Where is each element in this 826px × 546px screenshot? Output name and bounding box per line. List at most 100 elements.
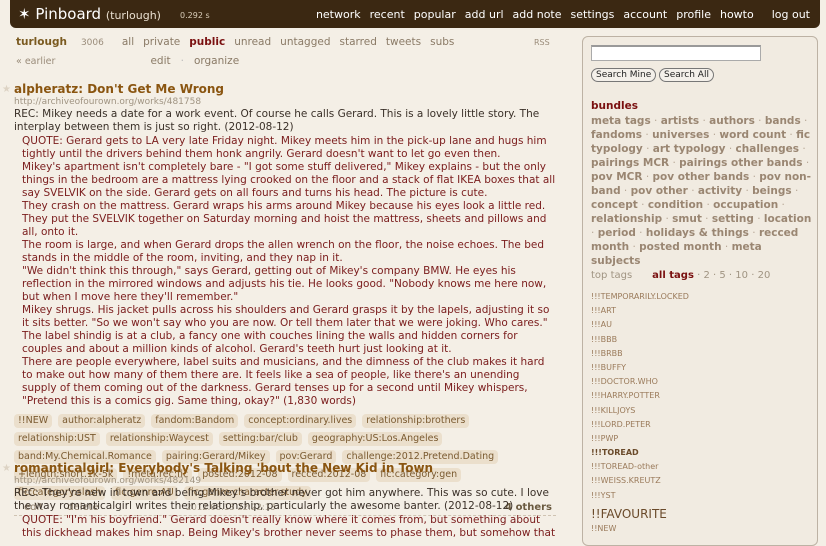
filter-subs[interactable]: subs: [430, 36, 454, 48]
top-tags-label[interactable]: top tags: [591, 270, 632, 281]
logo-text: Pinboard: [35, 5, 102, 23]
nav-network[interactable]: network: [316, 8, 361, 21]
nav-howto[interactable]: howto: [720, 8, 754, 21]
organize-link[interactable]: organize: [194, 55, 239, 67]
search-all-button[interactable]: Search All: [659, 68, 714, 82]
sidebar-tag[interactable]: !!!DOCTOR.WHO: [591, 377, 689, 391]
tag[interactable]: !!NEW: [14, 414, 53, 428]
sidebar-tag[interactable]: !!!TOREAD: [591, 448, 689, 462]
rss-link[interactable]: RSS: [534, 38, 550, 47]
sidebar-tag[interactable]: !!NEW: [591, 524, 689, 538]
filter-untagged[interactable]: untagged: [280, 36, 330, 48]
bundle-link[interactable]: condition: [648, 199, 703, 211]
bundle-link[interactable]: relationship: [591, 213, 662, 225]
bundle-link[interactable]: authors: [709, 115, 755, 127]
search-input[interactable]: [591, 45, 761, 61]
tag[interactable]: author:alpheratz: [58, 414, 146, 428]
sidebar-tag[interactable]: !!!TOREAD-other: [591, 462, 689, 476]
bookmark-url[interactable]: http://archiveofourown.org/works/482149: [14, 476, 556, 486]
sidebar-tag[interactable]: !!!TEMPORARILY.LOCKED: [591, 292, 689, 306]
sidebar-tag[interactable]: !!!BUFFY: [591, 363, 689, 377]
bundle-link[interactable]: posted month: [639, 241, 721, 253]
filter-tweets[interactable]: tweets: [386, 36, 421, 48]
earlier-link[interactable]: « earlier: [16, 56, 55, 67]
bookmark-title[interactable]: alpheratz: Don't Get Me Wrong: [14, 82, 556, 96]
bundle-link[interactable]: occupation: [713, 199, 778, 211]
bundle-link[interactable]: pairings MCR: [591, 157, 669, 169]
bookmark-title[interactable]: romanticalgirl: Everybody's Talking 'bou…: [14, 461, 556, 475]
edit-link[interactable]: edit: [150, 55, 170, 67]
sidebar-tag[interactable]: !!!ART: [591, 306, 689, 320]
bookmark-description: REC: Mikey needs a date for a work event…: [14, 108, 540, 133]
bundle-link[interactable]: pairings other bands: [679, 157, 802, 169]
tag[interactable]: relationship:Waycest: [105, 432, 213, 446]
tag-count-filter[interactable]: 10: [735, 270, 748, 281]
filter-all[interactable]: all: [122, 36, 134, 48]
separator: ·: [635, 227, 646, 239]
bundle-link[interactable]: concept: [591, 199, 638, 211]
bundle-link[interactable]: universes: [652, 129, 709, 141]
tag[interactable]: setting:bar/club: [218, 432, 302, 446]
sidebar-tag[interactable]: !!!PWP: [591, 434, 689, 448]
bundle-link[interactable]: location: [764, 213, 811, 225]
filter-private[interactable]: private: [143, 36, 180, 48]
sidebar-tag[interactable]: !!!WEISS.KREUTZ: [591, 476, 689, 490]
bundle-link[interactable]: challenges: [736, 143, 799, 155]
bundle-link[interactable]: meta tags: [591, 115, 651, 127]
nav-account[interactable]: account: [623, 8, 667, 21]
pinboard-logo[interactable]: ✶ Pinboard (turlough): [18, 5, 161, 23]
nav-recent[interactable]: recent: [370, 8, 405, 21]
bundle-link[interactable]: period: [598, 227, 636, 239]
filter-unread[interactable]: unread: [234, 36, 271, 48]
bundle-link[interactable]: fandoms: [591, 129, 642, 141]
star-icon[interactable]: ★: [2, 463, 11, 474]
tag[interactable]: relationship:brothers: [362, 414, 470, 428]
nav-log-out[interactable]: log out: [772, 8, 810, 21]
bundle-link[interactable]: pov other: [631, 185, 688, 197]
bundle-link[interactable]: holidays & things: [646, 227, 749, 239]
bundle-link[interactable]: word count: [719, 129, 786, 141]
sidebar-tag[interactable]: !!!LORD.PETER: [591, 420, 689, 434]
separator: ·: [620, 185, 631, 197]
bundle-link[interactable]: smut: [672, 213, 702, 225]
bundle-link[interactable]: setting: [712, 213, 754, 225]
sidebar-tag[interactable]: !!!BBB: [591, 335, 689, 349]
bundle-link[interactable]: bands: [765, 115, 801, 127]
nav-add-note[interactable]: add note: [513, 8, 562, 21]
sidebar-tag[interactable]: !!!YST: [591, 491, 689, 505]
star-icon[interactable]: ★: [2, 84, 11, 95]
tag[interactable]: relationship:UST: [14, 432, 100, 446]
separator: ·: [778, 199, 785, 211]
sidebar-tag[interactable]: !!FAVOURITE: [591, 507, 689, 524]
tag[interactable]: geography:US:Los.Angeles: [307, 432, 443, 446]
sidebar: Search Mine Search All bundles meta tags…: [582, 36, 818, 546]
sidebar-tag[interactable]: !!!AU: [591, 320, 689, 334]
bundle-link[interactable]: artists: [661, 115, 699, 127]
separator: ·: [703, 199, 714, 211]
separator: ·: [669, 157, 680, 169]
separator: ·: [725, 143, 736, 155]
all-tags-link[interactable]: all tags: [652, 270, 694, 281]
bundle-link[interactable]: beings: [752, 185, 791, 197]
filter-public[interactable]: public: [189, 36, 225, 48]
bundle-link[interactable]: activity: [698, 185, 742, 197]
sidebar-tag[interactable]: !!!HARRY.POTTER: [591, 391, 689, 405]
separator: ·: [662, 213, 673, 225]
separator: ·: [754, 115, 765, 127]
nav-settings[interactable]: settings: [571, 8, 615, 21]
filter-starred[interactable]: starred: [340, 36, 377, 48]
bundle-link[interactable]: art typology: [653, 143, 726, 155]
search-mine-button[interactable]: Search Mine: [591, 68, 657, 82]
tag-count-filter[interactable]: 20: [758, 270, 771, 281]
user-link[interactable]: turlough: [16, 36, 67, 48]
sidebar-tag[interactable]: !!!BRBB: [591, 349, 689, 363]
nav-add-url[interactable]: add url: [465, 8, 504, 21]
nav-popular[interactable]: popular: [414, 8, 456, 21]
tag[interactable]: fandom:Bandom: [151, 414, 239, 428]
nav-profile[interactable]: profile: [676, 8, 711, 21]
bundle-link[interactable]: pov MCR: [591, 171, 642, 183]
bookmark-url[interactable]: http://archiveofourown.org/works/481758: [14, 97, 556, 107]
bundle-link[interactable]: pov other bands: [653, 171, 750, 183]
sidebar-tag[interactable]: !!!KILLJOYS: [591, 406, 689, 420]
tag[interactable]: concept:ordinary.lives: [244, 414, 357, 428]
